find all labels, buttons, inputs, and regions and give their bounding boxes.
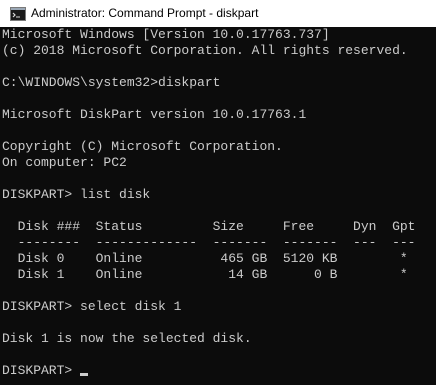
console-line: DISKPART> list disk bbox=[2, 187, 151, 202]
prompt-text: DISKPART> bbox=[2, 363, 81, 378]
text-cursor bbox=[80, 373, 89, 376]
console-line: (c) 2018 Microsoft Corporation. All righ… bbox=[2, 43, 408, 58]
console-line: DISKPART> select disk 1 bbox=[2, 299, 182, 314]
console-line: On computer: PC2 bbox=[2, 155, 127, 170]
console-line: Disk 1 is now the selected disk. bbox=[2, 331, 252, 346]
console-line: Microsoft Windows [Version 10.0.17763.73… bbox=[2, 27, 330, 42]
window-title: Administrator: Command Prompt - diskpart bbox=[31, 6, 259, 20]
console-output[interactable]: Microsoft Windows [Version 10.0.17763.73… bbox=[0, 27, 436, 385]
console-lines: Microsoft Windows [Version 10.0.17763.73… bbox=[2, 27, 436, 363]
console-line: Disk 0 Online 465 GB 5120 KB * bbox=[2, 251, 408, 266]
console-line: Microsoft DiskPart version 10.0.17763.1 bbox=[2, 107, 307, 122]
command-prompt-icon bbox=[10, 7, 26, 21]
console-line: Disk ### Status Size Free Dyn Gpt bbox=[2, 219, 416, 234]
console-line: Copyright (C) Microsoft Corporation. bbox=[2, 139, 283, 154]
command-prompt-window: Administrator: Command Prompt - diskpart… bbox=[0, 0, 436, 385]
console-line: -------- ------------- ------- ------- -… bbox=[2, 235, 416, 250]
console-line: Disk 1 Online 14 GB 0 B * bbox=[2, 267, 408, 282]
command-prompt-line[interactable]: DISKPART> bbox=[2, 363, 436, 379]
console-line: C:\WINDOWS\system32>diskpart bbox=[2, 75, 221, 90]
title-bar[interactable]: Administrator: Command Prompt - diskpart bbox=[0, 0, 436, 27]
